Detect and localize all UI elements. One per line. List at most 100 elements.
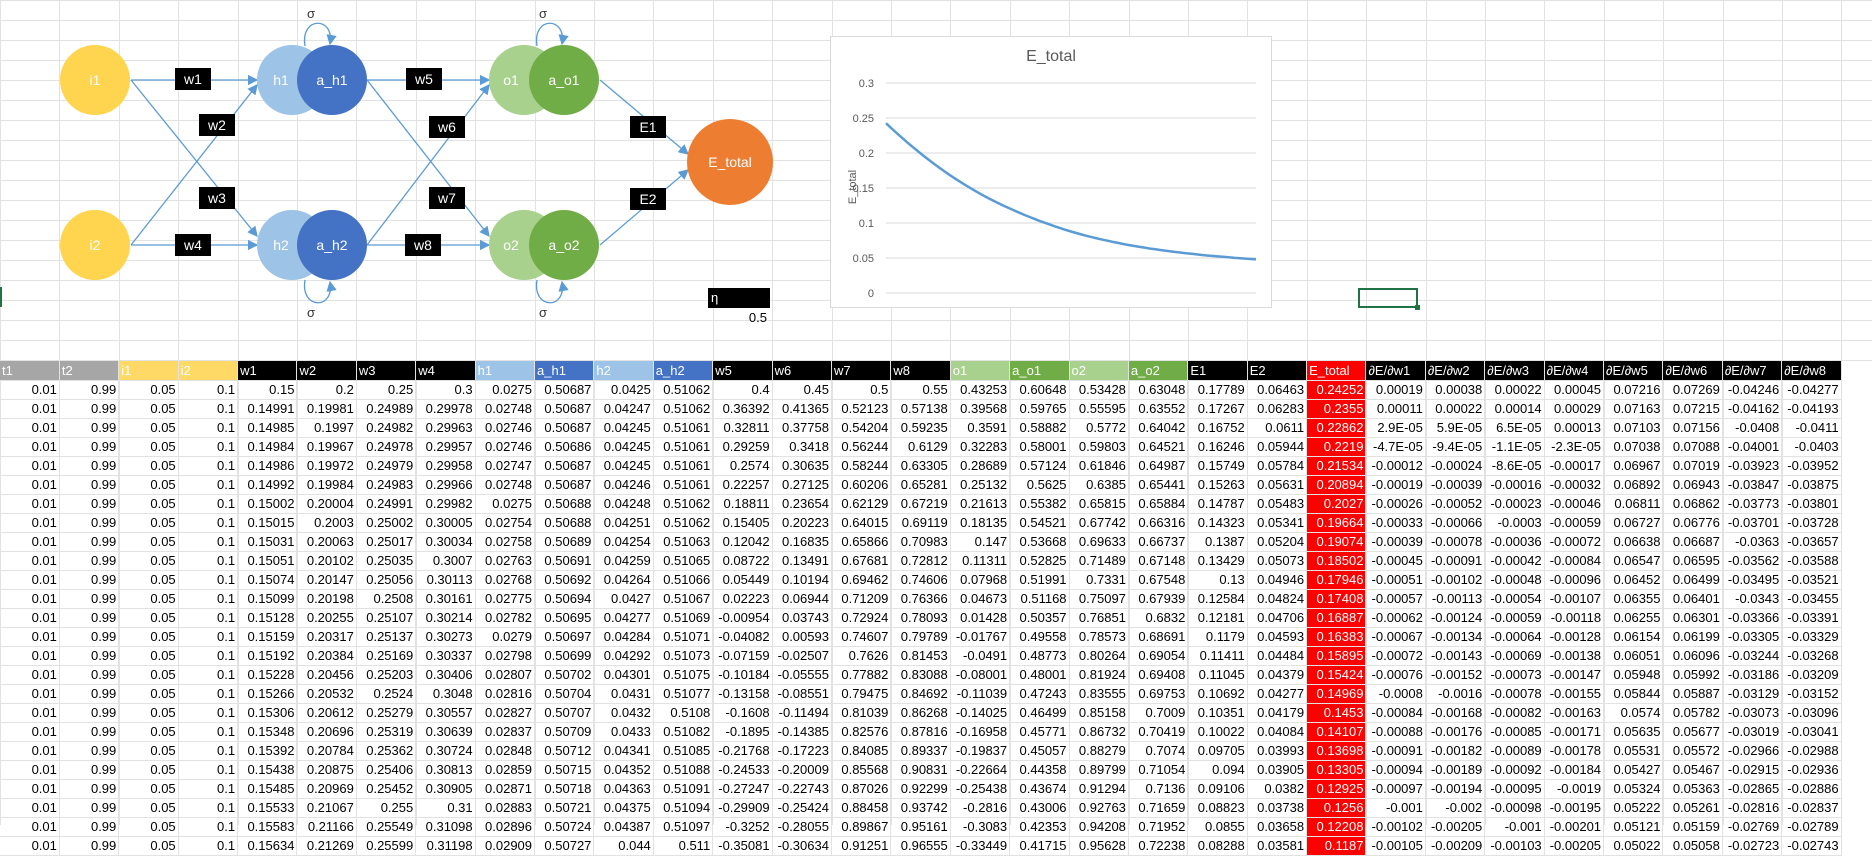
table-cell[interactable]: -0.03244	[1722, 646, 1783, 666]
table-cell[interactable]: 0.30214	[415, 608, 476, 628]
table-cell[interactable]: 0.05261	[1662, 798, 1723, 818]
table-cell[interactable]: -0.00195	[1544, 798, 1605, 818]
table-cell[interactable]: 0.06452	[1603, 570, 1664, 590]
table-cell[interactable]: 0.06811	[1603, 494, 1664, 514]
table-cell[interactable]: -0.00205	[1425, 817, 1486, 837]
table-cell[interactable]: 0.02754	[475, 513, 536, 533]
table-cell[interactable]: 0.57124	[1009, 456, 1070, 476]
table-cell[interactable]: 0.55382	[1009, 494, 1070, 514]
table-cell[interactable]: 0.20198	[296, 589, 357, 609]
table-cell[interactable]: -0.04193	[1781, 399, 1842, 419]
table-cell[interactable]: -0.00082	[1484, 703, 1545, 723]
table-cell[interactable]: 0.90831	[890, 760, 951, 780]
table-cell[interactable]: 0.59765	[1009, 399, 1070, 419]
table-cell[interactable]: 0.30557	[415, 703, 476, 723]
table-cell[interactable]: 0.16835	[772, 532, 832, 552]
table-cell[interactable]: -0.00023	[1484, 494, 1545, 514]
table-cell[interactable]: 0.72924	[831, 608, 892, 628]
table-cell[interactable]: 0.15634	[237, 836, 298, 856]
table-cell[interactable]: 0.50707	[534, 703, 595, 723]
table-cell[interactable]: 0.05	[118, 513, 179, 533]
table-cell[interactable]: 0.15099	[237, 589, 298, 609]
table-cell[interactable]: 0.20223	[772, 513, 832, 533]
table-cell[interactable]: 0.05531	[1603, 741, 1664, 761]
table-cell[interactable]: 0.5625	[1009, 475, 1070, 495]
table-cell[interactable]: 0.14787	[1187, 494, 1248, 514]
table-cell[interactable]: 0.71659	[1128, 798, 1189, 818]
table-cell[interactable]: 0.09106	[1187, 779, 1248, 799]
table-cell[interactable]: 0.06301	[1662, 608, 1723, 628]
table-cell[interactable]: 0.0611	[1247, 418, 1308, 438]
table-cell[interactable]: 0.66316	[1128, 513, 1189, 533]
table-cell[interactable]: 0.25	[356, 380, 417, 400]
table-cell[interactable]: -0.00097	[1365, 779, 1426, 799]
table-cell[interactable]: 0.50727	[534, 836, 595, 856]
table-cell[interactable]: 0.25169	[356, 646, 417, 666]
table-cell[interactable]: 0.05	[118, 399, 179, 419]
table-cell[interactable]: -0.04162	[1722, 399, 1783, 419]
table-cell[interactable]: 0.02746	[475, 418, 536, 438]
table-cell[interactable]: 0.17789	[1187, 380, 1248, 400]
table-cell[interactable]: 0.04245	[593, 437, 654, 457]
table-cell[interactable]: -0.03521	[1781, 570, 1842, 590]
table-cell[interactable]: 0.1	[178, 399, 239, 419]
table-cell[interactable]: 0.50709	[534, 722, 595, 742]
table-cell[interactable]: 0.82576	[831, 722, 892, 742]
table-cell[interactable]: -0.22664	[950, 760, 1011, 780]
table-cell[interactable]: 0.78573	[1069, 627, 1129, 647]
table-cell[interactable]: 0.06944	[772, 589, 832, 609]
table-cell[interactable]: 0.95161	[890, 817, 951, 837]
table-cell[interactable]: 0.07038	[1603, 437, 1664, 457]
table-cell[interactable]: 0.05948	[1603, 665, 1664, 685]
table-cell[interactable]: 0.58244	[831, 456, 892, 476]
table-cell[interactable]: 0.15583	[237, 817, 298, 837]
table-cell[interactable]: 0.0432	[593, 703, 654, 723]
table-cell[interactable]: 0.7009	[1128, 703, 1189, 723]
header-cell[interactable]: ∂E/∂w8	[1781, 361, 1842, 381]
table-cell[interactable]: 0.05635	[1603, 722, 1664, 742]
table-cell[interactable]: -0.00012	[1365, 456, 1426, 476]
table-cell[interactable]: 0.15306	[237, 703, 298, 723]
table-cell[interactable]: 0.99	[59, 513, 120, 533]
table-cell[interactable]: 0.01	[0, 513, 60, 533]
table-cell[interactable]: 0.50699	[534, 646, 595, 666]
table-cell[interactable]: 0.0427	[593, 589, 654, 609]
table-cell[interactable]: 0.67219	[890, 494, 951, 514]
table-cell[interactable]: 0.25319	[356, 722, 417, 742]
table-cell[interactable]: 0.71952	[1128, 817, 1189, 837]
table-cell[interactable]: -0.00052	[1425, 494, 1486, 514]
table-cell[interactable]: 0.99	[59, 380, 120, 400]
table-cell[interactable]: 0.51062	[653, 494, 714, 514]
table-cell[interactable]: 0.21534	[1306, 456, 1367, 476]
table-cell[interactable]: -0.00051	[1365, 570, 1426, 590]
table-cell[interactable]: 0.45057	[1009, 741, 1070, 761]
table-cell[interactable]: 0.67148	[1128, 551, 1189, 571]
table-cell[interactable]: 0.04254	[593, 532, 654, 552]
table-cell[interactable]: 0.05449	[712, 570, 773, 590]
table-cell[interactable]: 0.50686	[534, 437, 595, 457]
table-cell[interactable]: -0.03875	[1781, 475, 1842, 495]
table-cell[interactable]: 0.511	[653, 836, 714, 856]
selected-cell[interactable]	[1358, 288, 1420, 310]
table-cell[interactable]: 0.45771	[1009, 722, 1070, 742]
table-cell[interactable]: 0.51061	[653, 456, 714, 476]
table-cell[interactable]: 0.15159	[237, 627, 298, 647]
table-cell[interactable]: 0.1387	[1187, 532, 1248, 552]
header-cell[interactable]: ∂E/∂w1	[1365, 361, 1426, 381]
table-cell[interactable]: 0.00019	[1365, 380, 1426, 400]
table-cell[interactable]: 0.89799	[1069, 760, 1129, 780]
table-cell[interactable]: -0.00098	[1484, 798, 1545, 818]
table-cell[interactable]: -0.0003	[1484, 513, 1545, 533]
table-cell[interactable]: 0.75097	[1069, 589, 1129, 609]
header-cell[interactable]: t1	[0, 361, 60, 381]
table-cell[interactable]: 0.51063	[653, 532, 714, 552]
eta-value-cell[interactable]: 0.5	[708, 308, 770, 328]
table-cell[interactable]: -0.00078	[1484, 684, 1545, 704]
table-cell[interactable]: 0.58882	[1009, 418, 1070, 438]
table-cell[interactable]: -0.19837	[950, 741, 1011, 761]
table-cell[interactable]: 0.13491	[772, 551, 832, 571]
table-cell[interactable]: 0.89867	[831, 817, 892, 837]
table-cell[interactable]: 0.14985	[237, 418, 298, 438]
table-cell[interactable]: 0.07163	[1603, 399, 1664, 419]
table-cell[interactable]: -0.00107	[1544, 589, 1605, 609]
